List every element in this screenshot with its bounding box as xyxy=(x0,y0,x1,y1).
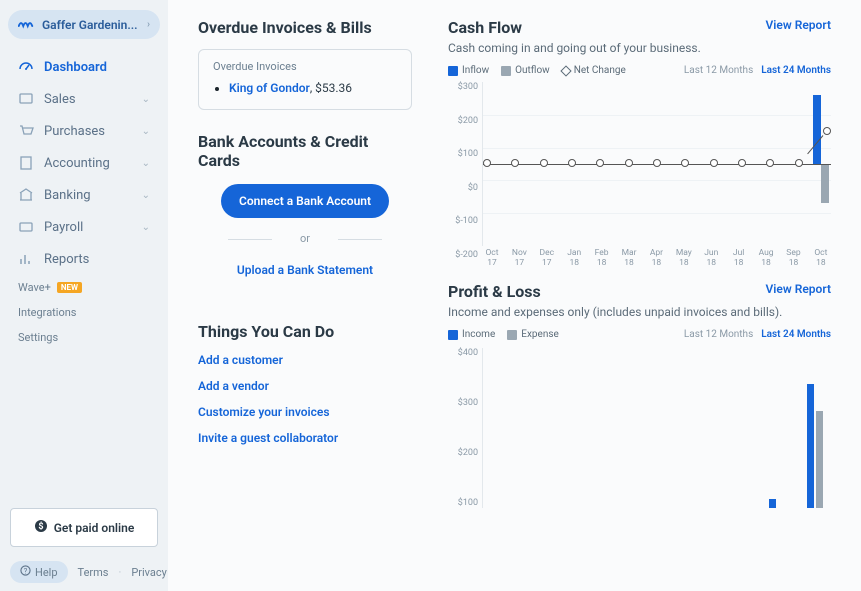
add-vendor-link[interactable]: Add a vendor xyxy=(198,379,412,393)
sidebar-footer: ? Help Terms · Privacy xyxy=(10,561,158,583)
cart-icon xyxy=(18,123,34,139)
things-title: Things You Can Do xyxy=(198,322,412,341)
company-selector[interactable]: Gaffer Gardenin... › xyxy=(8,10,160,39)
nav-purchases[interactable]: Purchases ⌄ xyxy=(4,115,164,147)
add-customer-link[interactable]: Add a customer xyxy=(198,353,412,367)
wave-logo-icon xyxy=(18,16,36,33)
expense-swatch xyxy=(507,330,517,340)
nav: Dashboard Sales ⌄ Purchases ⌄ Accounting… xyxy=(0,51,168,508)
cashflow-range-24[interactable]: Last 24 Months xyxy=(761,65,831,76)
nav-sales[interactable]: Sales ⌄ xyxy=(4,83,164,115)
nav-payroll[interactable]: Payroll ⌄ xyxy=(4,211,164,243)
wallet-icon xyxy=(18,219,34,235)
chevron-down-icon: ⌄ xyxy=(142,222,150,233)
cashflow-view-report[interactable]: View Report xyxy=(766,18,831,32)
bank-icon xyxy=(18,187,34,203)
terms-link[interactable]: Terms xyxy=(78,566,109,579)
chevron-down-icon: ⌄ xyxy=(142,126,150,137)
overdue-customer: King of Gondor xyxy=(229,81,310,95)
overdue-box: Overdue Invoices King of Gondor, $53.36 xyxy=(198,49,412,110)
chevron-down-icon: ⌄ xyxy=(142,94,150,105)
pl-range-24[interactable]: Last 24 Months xyxy=(761,329,831,340)
nav-settings[interactable]: Settings xyxy=(4,325,164,350)
book-icon xyxy=(18,155,34,171)
pl-subtitle: Income and expenses only (includes unpai… xyxy=(448,305,831,319)
inflow-swatch xyxy=(448,66,458,76)
new-badge: NEW xyxy=(57,282,82,293)
nav-wave-plus[interactable]: Wave+ NEW xyxy=(4,275,164,300)
overdue-title: Overdue Invoices & Bills xyxy=(198,18,412,37)
cashflow-range-12[interactable]: Last 12 Months xyxy=(684,65,753,76)
pl-legend: Income Expense Last 12 Months Last 24 Mo… xyxy=(448,329,831,340)
chevron-down-icon: ⌄ xyxy=(142,190,150,201)
net-swatch xyxy=(560,65,571,76)
nav-dashboard[interactable]: Dashboard xyxy=(4,51,164,83)
overdue-amount: , $53.36 xyxy=(310,81,352,95)
sidebar: Gaffer Gardenin... › Dashboard Sales ⌄ P… xyxy=(0,0,168,591)
cashflow-legend: Inflow Outflow Net Change Last 12 Months… xyxy=(448,65,831,76)
nav-integrations[interactable]: Integrations xyxy=(4,300,164,325)
svg-text:?: ? xyxy=(24,566,28,575)
company-name: Gaffer Gardenin... xyxy=(42,18,138,32)
divider-or: or xyxy=(198,232,412,245)
nav-reports[interactable]: Reports xyxy=(4,243,164,275)
pl-title: Profit & Loss xyxy=(448,282,541,301)
pl-view-report[interactable]: View Report xyxy=(766,282,831,296)
outflow-swatch xyxy=(501,66,511,76)
cashflow-chart: $300 $200 $100 $0 $-100 $-200 Oct17Nov17… xyxy=(482,82,831,260)
overdue-item[interactable]: King of Gondor, $53.36 xyxy=(229,81,397,95)
chart-icon xyxy=(18,251,34,267)
help-icon: ? xyxy=(20,565,31,579)
invite-collaborator-link[interactable]: Invite a guest collaborator xyxy=(198,431,412,445)
chevron-down-icon: ⌄ xyxy=(142,158,150,169)
pl-chart: $400 $300 $200 $100 xyxy=(482,348,831,508)
get-paid-online-button[interactable]: $ Get paid online xyxy=(10,508,158,547)
overdue-subtitle: Overdue Invoices xyxy=(213,60,397,73)
privacy-link[interactable]: Privacy xyxy=(131,566,167,579)
tag-icon xyxy=(18,91,34,107)
help-button[interactable]: ? Help xyxy=(10,561,68,583)
connect-bank-button[interactable]: Connect a Bank Account xyxy=(221,184,389,218)
income-swatch xyxy=(448,330,458,340)
upload-statement-link[interactable]: Upload a Bank Statement xyxy=(237,263,373,277)
nav-accounting[interactable]: Accounting ⌄ xyxy=(4,147,164,179)
nav-banking[interactable]: Banking ⌄ xyxy=(4,179,164,211)
customize-invoices-link[interactable]: Customize your invoices xyxy=(198,405,412,419)
cashflow-title: Cash Flow xyxy=(448,18,522,37)
dollar-icon: $ xyxy=(34,519,48,536)
pl-range-12[interactable]: Last 12 Months xyxy=(684,329,753,340)
svg-text:$: $ xyxy=(38,521,43,532)
bank-title: Bank Accounts & Credit Cards xyxy=(198,132,412,170)
gauge-icon xyxy=(18,59,34,75)
chevron-right-icon: › xyxy=(147,19,150,30)
cashflow-subtitle: Cash coming in and going out of your bus… xyxy=(448,41,831,55)
main-content: Overdue Invoices & Bills Overdue Invoice… xyxy=(168,0,861,591)
